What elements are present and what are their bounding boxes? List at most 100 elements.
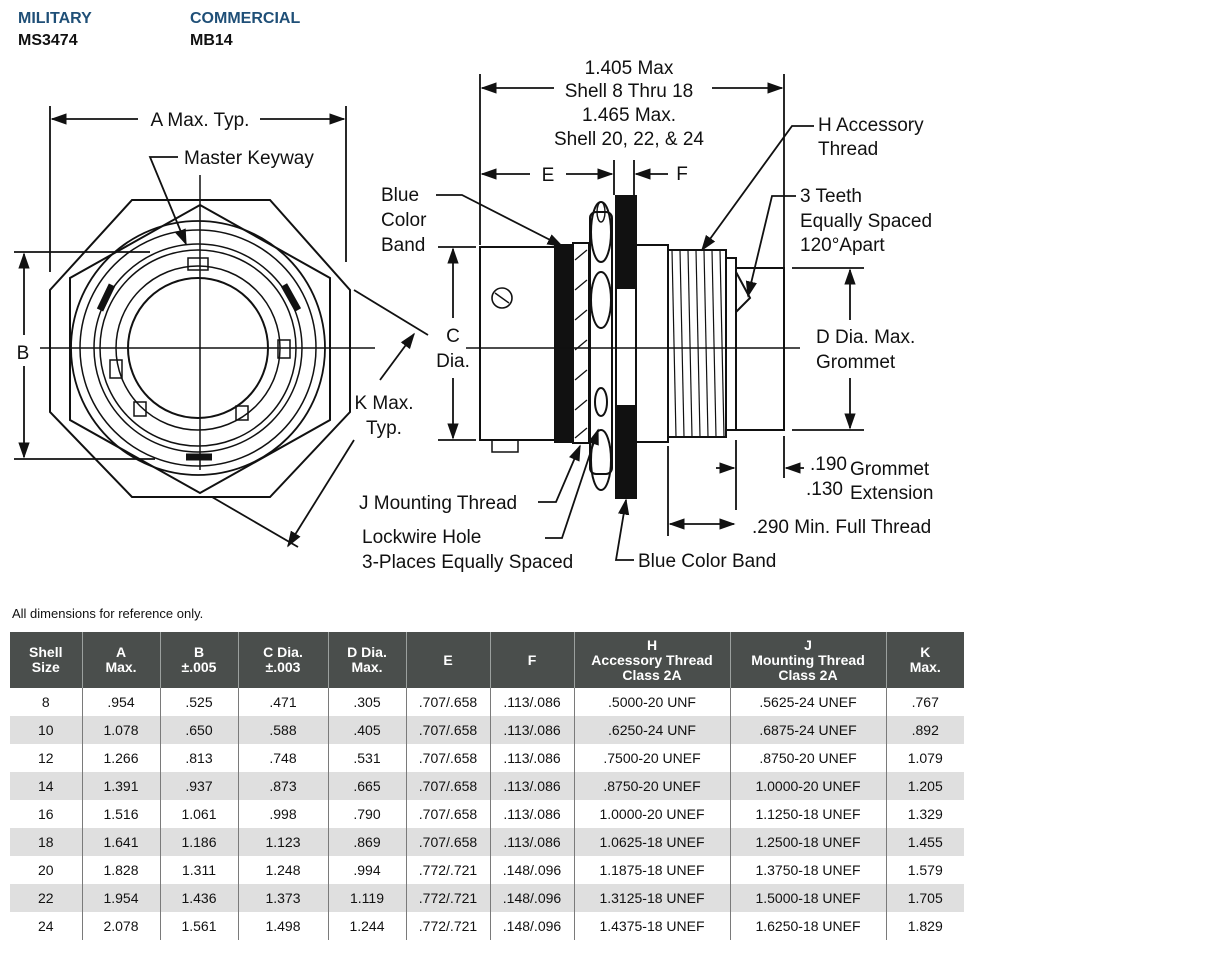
table-cell: 1.123: [237, 828, 328, 856]
leader-blue-band-bottom: [614, 498, 634, 561]
table-cell: .305: [327, 688, 406, 716]
label-teeth-2: Equally Spaced: [800, 211, 932, 232]
side-view: [466, 195, 800, 499]
table-header-text: Class 2A: [778, 666, 838, 683]
table-cell: 1.205: [885, 772, 964, 800]
table-cell: .531: [327, 744, 406, 772]
table-header-text: K: [920, 644, 931, 660]
label-overall-4: Shell 20, 22, & 24: [554, 129, 704, 150]
table-cell: .405: [327, 716, 406, 744]
table-row: 18 1.641 1.186 1.123.869.707/.658.113/.086 1…: [10, 828, 964, 856]
table-cell: 1.311: [159, 856, 238, 884]
table-cell: 1.186: [159, 828, 238, 856]
table-cell: 10: [10, 716, 82, 744]
table-header-text: ±.003: [265, 659, 301, 675]
label-f: F: [676, 164, 688, 185]
table-cell: 18: [10, 828, 82, 856]
table-cell: .148/.096: [489, 856, 574, 884]
table-cell: 1.0000-20 UNEF: [573, 800, 730, 828]
table-cell: 12: [37, 750, 54, 766]
table-cell: 1.954: [81, 884, 160, 912]
table-row: 22 1.954 1.436 1.373 1.119.772/.721.148/.096…: [10, 884, 964, 912]
label-blue-band-bottom: Blue Color Band: [638, 551, 776, 572]
table-cell: .767: [885, 688, 964, 716]
table-header-text: B: [193, 644, 205, 660]
label-b: B: [17, 343, 30, 364]
table-cell: .8750-20 UNEF: [729, 744, 886, 772]
table-cell: .873: [237, 772, 328, 800]
label-overall-2: Shell 8 Thru 18: [565, 81, 694, 102]
table-header-text: E: [443, 651, 453, 668]
table-cell: 1.0000-20 UNEF: [729, 772, 886, 800]
reference-note: All dimensions for reference only.: [12, 606, 204, 621]
table-header-text: Shell: [29, 644, 63, 660]
table-cell: .148/.096: [489, 884, 574, 912]
table-cell: .954: [81, 688, 160, 716]
side-grommet: [735, 267, 785, 431]
dim-d: [792, 267, 864, 431]
table-header-cell: D Dia. Max.: [327, 632, 406, 688]
table-cell: 1.579: [885, 856, 964, 884]
table-header-text: J: [804, 636, 812, 653]
table-cell: 1.244: [327, 912, 406, 940]
table-cell: .8750-20 UNEF: [573, 772, 730, 800]
table-cell: .998: [237, 800, 328, 828]
table-header-cell: B ±.005: [159, 632, 238, 688]
table-cell: .707/.658: [405, 828, 490, 856]
table-cell: 1.498: [237, 912, 328, 940]
table-cell: 1.248: [237, 856, 328, 884]
table-header-text: C Dia.: [263, 644, 303, 660]
table-cell: .869: [327, 828, 406, 856]
label-blue-3: Band: [381, 235, 425, 256]
label-overall-1: 1.405 Max: [585, 58, 674, 79]
table-cell: .471: [237, 688, 328, 716]
table-cell: .994: [327, 856, 406, 884]
label-grommet-ext-1: Grommet: [850, 459, 930, 480]
label-c: C: [446, 326, 460, 347]
table-header-text: Size: [31, 659, 60, 675]
label-teeth-1: 3 Teeth: [800, 186, 862, 207]
leader-blue-band: [436, 194, 564, 247]
table-header-cell: E: [405, 632, 490, 688]
table-cell: 1.6250-18 UNEF: [729, 912, 886, 940]
table-cell: .148/.096: [489, 912, 574, 940]
table-header-text: Class 2A: [622, 666, 682, 683]
table-cell: 1.641: [81, 828, 160, 856]
table-cell: 1.391: [81, 772, 160, 800]
table-cell: 1.828: [81, 856, 160, 884]
table-cell: .937: [159, 772, 238, 800]
table-row: 8 .954.525.471.305.707/.658.113/.086.5000…: [10, 688, 964, 716]
label-c-dia: Dia.: [436, 351, 470, 372]
table-cell: .748: [237, 744, 328, 772]
table-cell: 24: [37, 918, 54, 934]
table-cell: .6875-24 UNEF: [729, 716, 886, 744]
table-cell: 1.119: [327, 884, 406, 912]
table-cell: .5000-20 UNF: [573, 688, 730, 716]
label-a-max: A Max. Typ.: [151, 110, 250, 131]
table-header-text: Accessory Thread: [591, 651, 713, 668]
table-cell: 1.373: [237, 884, 328, 912]
label-grommet-190: .190: [810, 454, 847, 475]
table-header-text: F: [527, 651, 537, 668]
table-cell: 1.078: [81, 716, 160, 744]
table-cell: .772/.721: [405, 856, 490, 884]
table-cell: 8: [41, 694, 50, 710]
table-cell: .5625-24 UNEF: [729, 688, 886, 716]
table-row: 10 1.078.650.588.405.707/.658.113/.086.62…: [10, 716, 964, 744]
table-cell: 1.829: [885, 912, 964, 940]
table-cell: .772/.721: [405, 884, 490, 912]
table-cell: 1.1875-18 UNEF: [573, 856, 730, 884]
table-header-cell: A Max.: [81, 632, 160, 688]
label-k-max: K Max.: [354, 393, 413, 414]
table-cell: .790: [327, 800, 406, 828]
connector-drawing: A Max. Typ. Master Keyway B K Max. Typ. …: [14, 58, 933, 573]
table-cell: .588: [237, 716, 328, 744]
table-header-text: A: [115, 644, 127, 660]
table-header-text: Mounting Thread: [751, 651, 865, 668]
label-grommet-ext-2: Extension: [850, 483, 933, 504]
table-header-cell: J Mounting Thread Class 2A: [729, 632, 886, 688]
table-cell: .525: [159, 688, 238, 716]
table-cell: 1.266: [81, 744, 160, 772]
dim-full-thread: [667, 446, 736, 536]
table-header-row: Shell Size A Max. B ±.005 C Dia. ±.003 D Dia. Max…: [10, 632, 964, 688]
